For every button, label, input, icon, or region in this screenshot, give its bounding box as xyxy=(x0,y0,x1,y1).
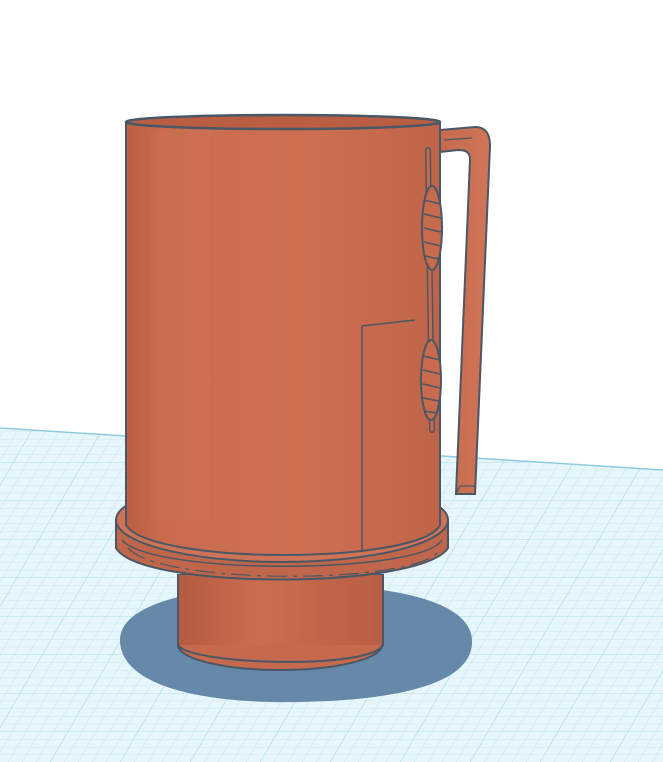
cup-body[interactable] xyxy=(124,113,442,556)
3d-viewport[interactable] xyxy=(0,0,663,762)
cup-handle[interactable] xyxy=(439,125,492,495)
scene-canvas[interactable] xyxy=(0,0,663,762)
cup-foot[interactable] xyxy=(177,574,384,671)
